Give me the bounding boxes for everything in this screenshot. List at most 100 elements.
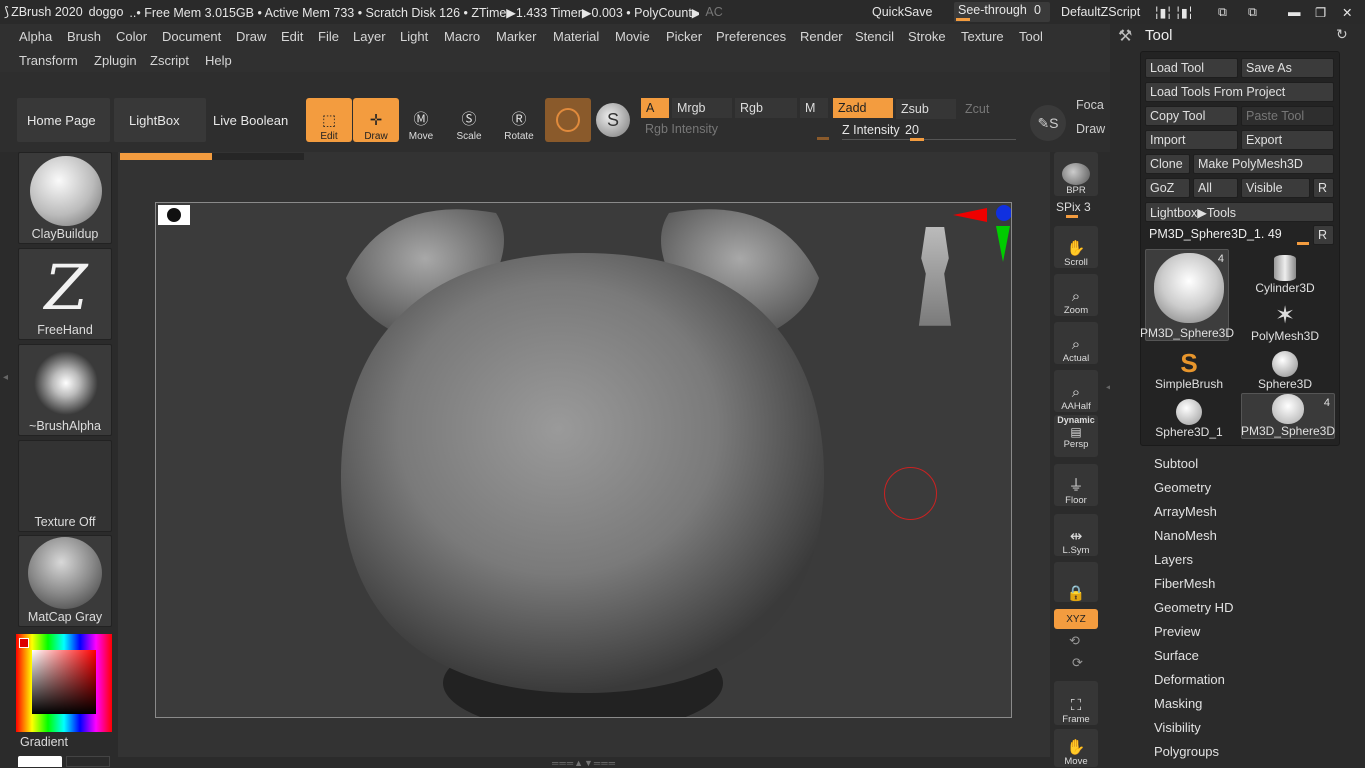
focal-shift-label[interactable]: Foca <box>1076 98 1104 112</box>
subpalette-geometry-hd[interactable]: Geometry HD <box>1154 600 1233 615</box>
tool-thumb-pm3d-sphere3d-2[interactable]: 4 PM3D_Sphere3D <box>1241 393 1335 439</box>
subpalette-layers[interactable]: Layers <box>1154 552 1193 567</box>
close-icon[interactable]: ✕ <box>1342 5 1352 20</box>
subpalette-surface[interactable]: Surface <box>1154 648 1199 663</box>
xyz-button[interactable]: XYZ <box>1054 609 1098 629</box>
goz-button[interactable]: GoZ <box>1145 178 1190 198</box>
menu-stroke[interactable]: Stroke <box>908 29 946 44</box>
default-zscript-button[interactable]: DefaultZScript <box>1061 5 1140 19</box>
menu-layer[interactable]: Layer <box>353 29 386 44</box>
rotate-z-icon[interactable]: ⟳ <box>1072 655 1083 671</box>
menu-light[interactable]: Light <box>400 29 428 44</box>
rgb-button[interactable]: Rgb <box>735 98 797 118</box>
home-page-button[interactable]: Home Page <box>17 98 110 142</box>
a-mode-button[interactable]: A <box>641 98 669 118</box>
subpalette-visibility[interactable]: Visibility <box>1154 720 1201 735</box>
menu-marker[interactable]: Marker <box>496 29 536 44</box>
draw-size-label[interactable]: Draw <box>1076 122 1105 136</box>
frame-button[interactable]: ⛶ Frame <box>1054 681 1098 725</box>
subpalette-subtool[interactable]: Subtool <box>1154 456 1198 471</box>
layout-toggle-icon[interactable]: ╎▮╎ ╎▮╎ <box>1153 5 1194 20</box>
menu-zplugin[interactable]: Zplugin <box>94 53 137 68</box>
save-as-button[interactable]: Save As <box>1241 58 1334 78</box>
main-color-swatch[interactable] <box>18 756 62 767</box>
left-panel-collapse-icon[interactable]: ◂ <box>3 372 10 432</box>
see-through-slider[interactable]: See-through 0 <box>954 2 1050 22</box>
axis-indicator[interactable] <box>953 204 1011 264</box>
menu-picker[interactable]: Picker <box>666 29 702 44</box>
subpalette-deformation[interactable]: Deformation <box>1154 672 1225 687</box>
perspective-button[interactable]: Dynamic ▤ Persp <box>1054 415 1098 457</box>
visible-button[interactable]: Visible <box>1241 178 1310 198</box>
import-button[interactable]: Import <box>1145 130 1238 150</box>
menu-color[interactable]: Color <box>116 29 147 44</box>
scroll-button[interactable]: ✋ Scroll <box>1054 226 1098 268</box>
menu-render[interactable]: Render <box>800 29 843 44</box>
edit-button[interactable]: ⬚ Edit <box>306 98 352 142</box>
current-tool-slider[interactable]: PM3D_Sphere3D_1. 49 <box>1145 225 1310 245</box>
menu-draw[interactable]: Draw <box>236 29 266 44</box>
ui-layout-icon[interactable]: ⧉ <box>1248 5 1257 20</box>
menu-brush[interactable]: Brush <box>67 29 101 44</box>
actual-button[interactable]: ⌕ Actual <box>1054 322 1098 364</box>
tool-thumb-sphere3d-1[interactable]: Sphere3D_1 <box>1147 393 1231 439</box>
material-sphere-button[interactable] <box>545 98 591 142</box>
bpr-button[interactable]: BPR <box>1054 152 1098 196</box>
lightbox-button[interactable]: LightBox <box>114 98 206 142</box>
live-boolean-button[interactable]: Live Boolean <box>208 98 300 142</box>
draw-button[interactable]: ✛ Draw <box>353 98 399 142</box>
zsub-button[interactable]: Zsub <box>896 99 956 119</box>
scale-button[interactable]: Ⓢ Scale <box>446 98 492 142</box>
move-button[interactable]: Ⓜ Move <box>398 98 444 142</box>
lock-button[interactable]: 🔒 <box>1054 562 1098 602</box>
color-picker[interactable] <box>16 634 112 732</box>
tool-thumb-pm3d-sphere3d[interactable]: 4 PM3D_Sphere3D <box>1140 249 1234 341</box>
subpalette-nanomesh[interactable]: NanoMesh <box>1154 528 1217 543</box>
rotate-y-icon[interactable]: ⟲ <box>1069 633 1080 649</box>
lightbox-tools-button[interactable]: Lightbox▶Tools <box>1145 202 1334 222</box>
menu-zscript[interactable]: Zscript <box>150 53 189 68</box>
subpalette-masking[interactable]: Masking <box>1154 696 1202 711</box>
stroke-selector[interactable]: Z FreeHand <box>18 248 112 340</box>
local-symmetry-button[interactable]: ⇹ L.Sym <box>1054 514 1098 556</box>
menu-help[interactable]: Help <box>205 53 232 68</box>
secondary-color-swatch[interactable] <box>19 638 29 648</box>
subpalette-fibermesh[interactable]: FiberMesh <box>1154 576 1215 591</box>
tool-palette-title[interactable]: Tool <box>1145 27 1173 44</box>
menu-movie[interactable]: Movie <box>615 29 650 44</box>
menu-alpha[interactable]: Alpha <box>19 29 52 44</box>
rgb-intensity-slider[interactable]: Rgb Intensity <box>641 121 831 141</box>
material-selector[interactable]: MatCap Gray <box>18 535 112 627</box>
quicksave-button[interactable]: QuickSave <box>872 5 932 19</box>
aahalf-button[interactable]: ⌕ AAHalf <box>1054 370 1098 412</box>
z-intensity-slider[interactable]: Z Intensity 20 <box>838 121 1018 141</box>
m-button[interactable]: M <box>800 98 828 118</box>
menu-stencil[interactable]: Stencil <box>855 29 894 44</box>
subpalette-arraymesh[interactable]: ArrayMesh <box>1154 504 1217 519</box>
brush-selector[interactable]: ClayBuildup <box>18 152 112 244</box>
tool-thumb-simplebrush[interactable]: S SimpleBrush <box>1147 345 1231 391</box>
zcut-button[interactable]: Zcut <box>960 99 1020 119</box>
spix-slider[interactable]: SPix 3 <box>1056 200 1098 220</box>
menu-preferences[interactable]: Preferences <box>716 29 786 44</box>
move-view-button[interactable]: ✋ Move <box>1054 729 1098 767</box>
tool-thumb-sphere3d[interactable]: Sphere3D <box>1243 345 1327 391</box>
menu-tool[interactable]: Tool <box>1019 29 1043 44</box>
current-tool-r-button[interactable]: R <box>1313 225 1334 245</box>
load-tool-button[interactable]: Load Tool <box>1145 58 1238 78</box>
make-polymesh3d-button[interactable]: Make PolyMesh3D <box>1193 154 1334 174</box>
mrgb-button[interactable]: Mrgb <box>672 98 732 118</box>
texture-selector[interactable]: Texture Off <box>18 440 112 532</box>
gradient-label[interactable]: Gradient <box>20 735 68 749</box>
alpha-selector[interactable]: ~BrushAlpha <box>18 344 112 436</box>
menu-material[interactable]: Material <box>553 29 599 44</box>
export-button[interactable]: Export <box>1241 130 1334 150</box>
bottom-shelf-toggle-icon[interactable]: ═══▲▼═══ <box>520 758 648 768</box>
dog-head-model[interactable] <box>156 203 1012 718</box>
menu-file[interactable]: File <box>318 29 339 44</box>
secondary-color-button[interactable] <box>66 756 110 767</box>
color-saturation-square[interactable] <box>32 650 96 714</box>
gradient-sphere-icon[interactable]: S <box>596 103 630 137</box>
menu-edit[interactable]: Edit <box>281 29 303 44</box>
menu-texture[interactable]: Texture <box>961 29 1004 44</box>
